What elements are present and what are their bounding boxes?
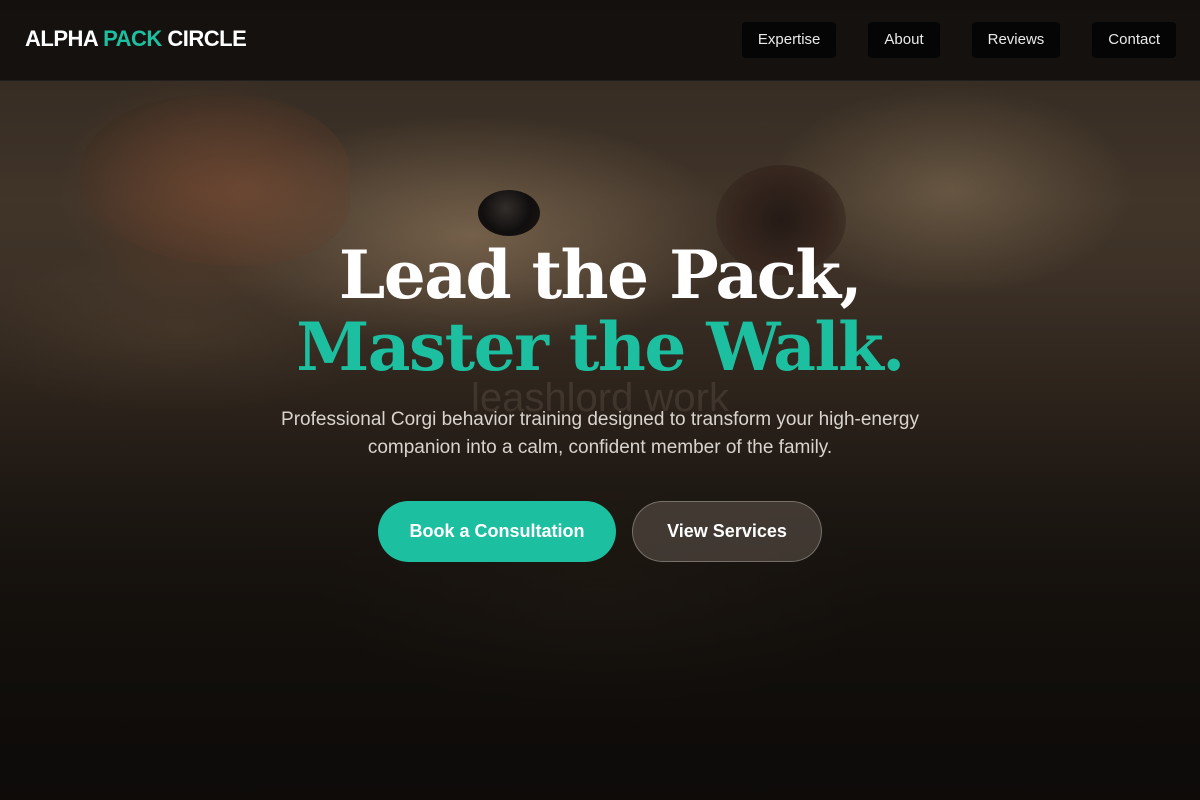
hero-headline-line1: Lead the Pack, bbox=[338, 236, 863, 314]
book-consultation-button[interactable]: Book a Consultation bbox=[378, 501, 616, 562]
hero-subtitle: Professional Corgi behavior training des… bbox=[281, 409, 919, 458]
hero-section: leashlord work Lead the Pack, Master the… bbox=[0, 0, 1200, 800]
view-services-button[interactable]: View Services bbox=[632, 501, 822, 562]
hero-headline-line2: Master the Walk. bbox=[296, 308, 905, 386]
